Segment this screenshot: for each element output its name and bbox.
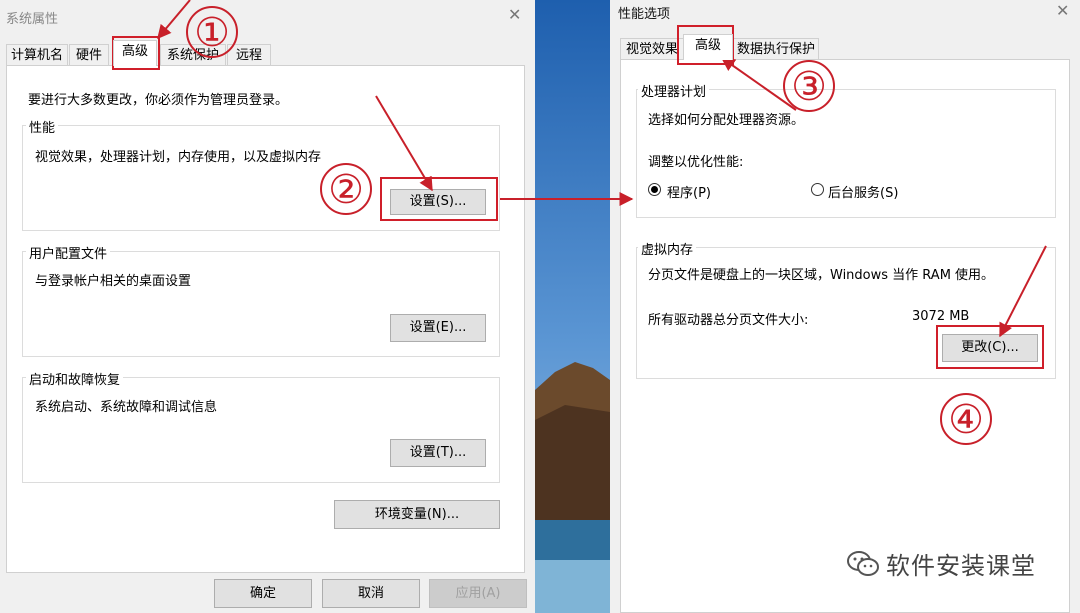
- tab-advanced[interactable]: 高级: [113, 40, 157, 66]
- tab-advanced[interactable]: 高级: [683, 34, 733, 60]
- annotation-arrows: [157, 0, 1047, 338]
- arrow-step-1: [157, 0, 191, 40]
- watermark-text: 软件安装课堂: [886, 552, 1036, 580]
- arrow-step-3: [720, 57, 797, 111]
- arrow-step-4: [999, 245, 1047, 338]
- wechat-icon: [847, 550, 879, 576]
- watermark: 软件安装课堂: [846, 546, 1036, 581]
- arrow-step-2: [375, 95, 433, 192]
